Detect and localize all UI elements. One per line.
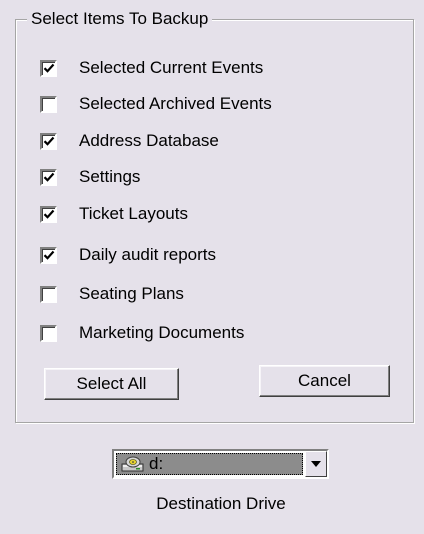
checkbox-daily-audit-reports[interactable] [40,246,57,264]
drive-selected-value: d: [149,454,164,473]
destination-drive-label: Destination Drive [156,494,286,513]
checkbox-seating-plans[interactable] [40,285,57,303]
checkbox-row-current-events[interactable]: Selected Current Events [40,56,263,80]
checkbox-settings[interactable] [40,168,57,186]
checkbox-label-settings: Settings [79,167,141,186]
checkbox-label-archived-events: Selected Archived Events [79,94,272,113]
cancel-button[interactable]: Cancel [259,365,390,397]
checkbox-row-ticket-layouts[interactable]: Ticket Layouts [40,202,188,226]
checkbox-row-seating-plans[interactable]: Seating Plans [40,282,184,306]
checkbox-label-address-database: Address Database [79,131,219,150]
checkbox-row-marketing-documents[interactable]: Marketing Documents [40,321,244,345]
checkbox-label-daily-audit-reports: Daily audit reports [79,245,217,264]
checkbox-address-database[interactable] [40,132,57,150]
checkmark-icon [43,209,54,219]
checkbox-ticket-layouts[interactable] [40,205,57,223]
groupbox-title: Select Items To Backup [27,9,213,29]
checkbox-label-seating-plans: Seating Plans [79,284,184,303]
checkbox-row-daily-audit-reports[interactable]: Daily audit reports [40,243,216,267]
checkbox-archived-events[interactable] [40,95,57,113]
checkbox-label-current-events: Selected Current Events [79,58,264,77]
drive-select-value[interactable]: d: [116,453,303,475]
checkbox-row-address-database[interactable]: Address Database [40,129,219,153]
destination-drive-select[interactable]: d: [112,449,329,479]
checkbox-label-ticket-layouts: Ticket Layouts [79,204,188,223]
checkmark-icon [43,63,54,73]
checkbox-marketing-documents[interactable] [40,324,57,342]
checkbox-row-archived-events[interactable]: Selected Archived Events [40,92,272,116]
chevron-down-icon [311,461,321,467]
disk-drive-icon [121,456,144,472]
checkmark-icon [43,250,54,260]
checkmark-icon [43,172,54,182]
dropdown-button[interactable] [305,451,327,477]
checkmark-icon [43,136,54,146]
checkbox-label-marketing-documents: Marketing Documents [79,323,245,342]
checkbox-row-settings[interactable]: Settings [40,165,140,189]
checkbox-current-events[interactable] [40,59,57,77]
select-all-button[interactable]: Select All [44,368,179,400]
